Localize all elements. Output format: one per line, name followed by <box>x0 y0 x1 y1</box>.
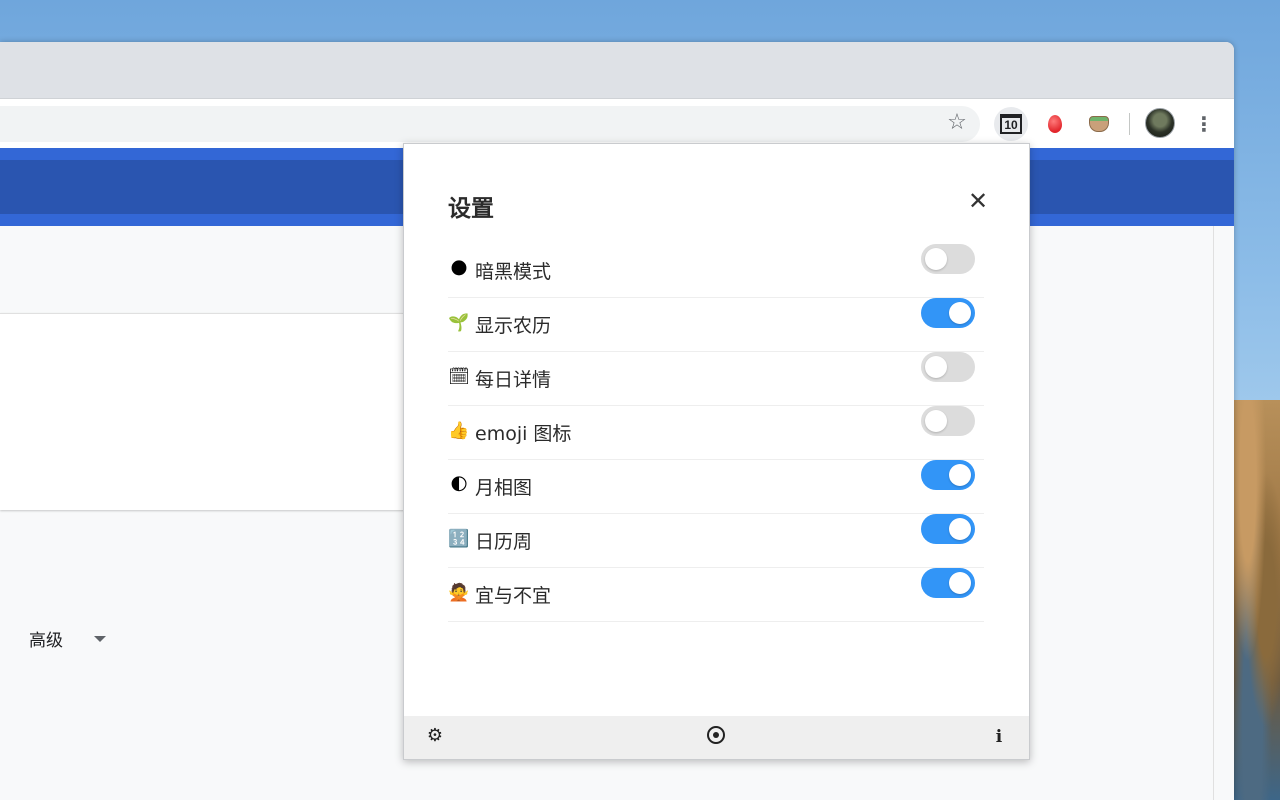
toggle-knob <box>949 464 971 486</box>
setting-label: 显示农历 <box>475 315 552 337</box>
gear-icon[interactable]: ⚙ <box>424 725 446 747</box>
pot-extension-button[interactable] <box>1082 107 1116 141</box>
scrollbar-track <box>1213 226 1214 800</box>
settings-card <box>0 313 420 510</box>
toggle-knob <box>949 302 971 324</box>
setting-label: 每日详情 <box>475 369 552 391</box>
calendar-icon: 🗓 <box>448 367 470 387</box>
toggle-knob <box>925 356 947 378</box>
emoji-icon-toggle[interactable] <box>921 406 975 436</box>
calendar-extension-button[interactable]: 10 <box>994 107 1028 141</box>
moon-phase-toggle[interactable] <box>921 460 975 490</box>
settings-popup: 设置 ✕ 🌑 暗黑模式 🌱 显示农历 🗓 每日详情 👍 emoji 图标 🌓 月… <box>403 143 1030 760</box>
toggle-knob <box>949 518 971 540</box>
setting-row-daily-detail: 🗓 每日详情 <box>448 352 984 406</box>
setting-row-moon-phase: 🌓 月相图 <box>448 460 984 514</box>
dark-mode-toggle[interactable] <box>921 244 975 274</box>
numbers-icon: 🔢 <box>448 529 470 549</box>
advanced-label[interactable]: 高级 <box>29 626 63 651</box>
red-egg-icon <box>1048 115 1062 133</box>
setting-label: 月相图 <box>475 477 533 499</box>
browser-toolbar: ☆ 10 ⋮ <box>0 98 1234 148</box>
close-icon[interactable]: ✕ <box>966 189 990 213</box>
red-egg-extension-button[interactable] <box>1038 107 1072 141</box>
moon-phase-icon: 🌓 <box>450 475 468 495</box>
caret-down-icon[interactable] <box>94 636 106 642</box>
toggle-knob <box>949 572 971 594</box>
setting-label: 暗黑模式 <box>475 261 552 283</box>
setting-label: emoji 图标 <box>475 423 572 445</box>
setting-row-week-number: 🔢 日历周 <box>448 514 984 568</box>
profile-avatar[interactable] <box>1145 108 1175 138</box>
popup-title: 设置 <box>448 196 494 222</box>
setting-row-lunar: 🌱 显示农历 <box>448 298 984 352</box>
three-dots-icon[interactable]: ⋮ <box>1192 111 1216 137</box>
gesture-icon: 🙅 <box>448 583 470 603</box>
desktop-wallpaper <box>1234 400 1280 800</box>
star-icon[interactable]: ☆ <box>945 111 969 135</box>
new-moon-icon: 🌑 <box>450 259 468 279</box>
thumbs-up-icon: 👍 <box>448 421 470 441</box>
lunar-toggle[interactable] <box>921 298 975 328</box>
tab-strip <box>0 42 1234 98</box>
setting-row-dark-mode: 🌑 暗黑模式 <box>448 244 984 298</box>
daily-detail-toggle[interactable] <box>921 352 975 382</box>
calendar-icon: 10 <box>1000 114 1022 134</box>
toggle-knob <box>925 410 947 432</box>
toggle-knob <box>925 248 947 270</box>
week-number-toggle[interactable] <box>921 514 975 544</box>
seedling-icon: 🌱 <box>448 313 470 333</box>
info-icon[interactable]: i <box>991 725 1007 747</box>
dos-donts-toggle[interactable] <box>921 568 975 598</box>
toolbar-divider <box>1129 113 1130 135</box>
pot-icon <box>1089 116 1109 132</box>
setting-row-dos-donts: 🙅 宜与不宜 <box>448 568 984 622</box>
setting-label: 日历周 <box>475 531 533 553</box>
setting-row-emoji-icon: 👍 emoji 图标 <box>448 406 984 460</box>
popup-footer: ⚙ i <box>404 716 1029 759</box>
address-bar[interactable] <box>0 106 980 142</box>
target-icon[interactable] <box>707 726 725 744</box>
setting-label: 宜与不宜 <box>475 585 552 607</box>
